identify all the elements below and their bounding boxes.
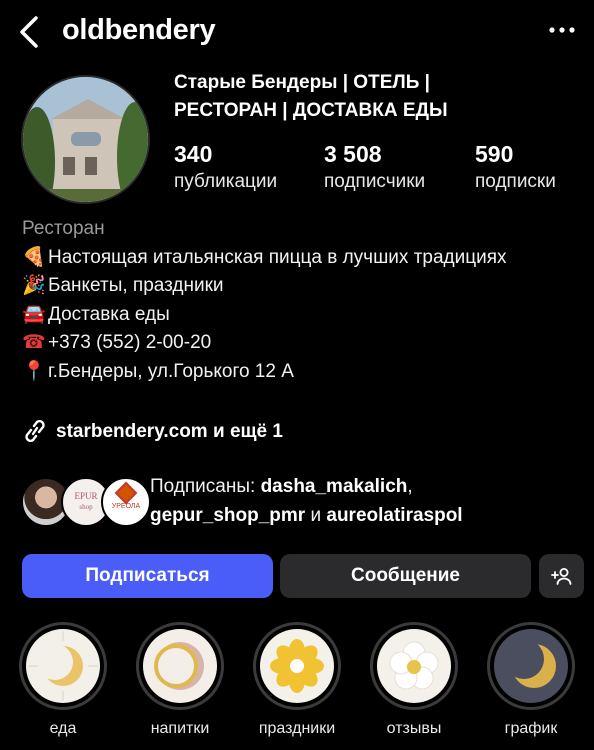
bio-line-text: Банкеты, праздники <box>48 275 224 296</box>
highlight-cover <box>26 629 100 703</box>
logo-icon <box>114 481 138 505</box>
chevron-left-icon <box>20 16 38 48</box>
link-icon <box>25 419 45 443</box>
follow-button[interactable]: Подписаться <box>22 554 273 598</box>
more-options-button[interactable] <box>548 18 576 42</box>
stat-posts-count: 340 <box>174 141 213 167</box>
highlight-label: отзывы <box>386 720 442 737</box>
stat-following[interactable]: 590 подписки <box>475 141 556 197</box>
bio-line-text[interactable]: +373 (552) 2-00-20 <box>48 332 211 353</box>
bio-line-address: 📍 г.Бендеры, ул.Горького 12 А <box>22 358 582 387</box>
bio-line-banquets: 🎉 Банкеты, праздники <box>22 272 582 301</box>
profile-category: Ресторан <box>22 218 105 239</box>
bio-line-text: Доставка еды <box>48 303 170 325</box>
bio-line-text: г.Бендеры, ул.Горького 12 А <box>48 360 294 382</box>
highlight-schedule[interactable]: график <box>483 622 579 738</box>
highlight-label: график <box>504 720 558 737</box>
followed-by-user[interactable]: dasha_makalich <box>261 476 408 497</box>
highlight-cover <box>377 629 451 703</box>
pizza-icon: 🍕 <box>22 246 46 268</box>
building-photo <box>23 77 148 202</box>
profile-display-name: Старые Бендеры | ОТЕЛЬ | РЕСТОРАН | ДОСТ… <box>174 72 448 121</box>
avatar: УРЕОЛА <box>101 477 151 527</box>
profile-link-text: starbendery.com и ещё 1 <box>56 421 283 442</box>
highlight-ring[interactable] <box>370 622 458 710</box>
telephone-icon: ☎ <box>22 332 46 353</box>
profile-username: oldbendery <box>62 14 216 46</box>
highlight-label: праздники <box>258 720 336 737</box>
stat-followers-label: подписчики <box>324 171 426 192</box>
highlight-holidays[interactable]: праздники <box>249 622 345 738</box>
highlight-drinks[interactable]: напитки <box>132 622 228 738</box>
highlight-label: еда <box>49 720 77 737</box>
highlight-label: напитки <box>150 720 210 737</box>
back-button[interactable] <box>14 12 48 52</box>
stat-following-label: подписки <box>475 171 556 192</box>
highlight-food[interactable]: еда <box>15 622 111 738</box>
message-button[interactable]: Сообщение <box>280 554 531 598</box>
stat-following-count: 590 <box>475 141 514 167</box>
stat-posts-label: публикации <box>174 171 278 192</box>
followed-by-user[interactable]: gepur_shop_pmr <box>150 505 305 526</box>
bio-line-text: Настоящая итальянская пицца в лучших тра… <box>48 246 507 268</box>
highlight-cover <box>494 629 568 703</box>
highlight-ring[interactable] <box>253 622 341 710</box>
highlight-ring[interactable] <box>487 622 575 710</box>
stat-followers[interactable]: 3 508 подписчики <box>324 141 425 197</box>
followed-by-user[interactable]: aureolatiraspol <box>326 505 462 526</box>
followed-by-avatars[interactable]: EPUR shop УРЕОЛА <box>21 477 151 527</box>
suggest-people-button[interactable] <box>539 554 584 598</box>
add-user-icon <box>550 568 571 585</box>
highlight-cover <box>260 629 334 703</box>
highlight-cover <box>143 629 217 703</box>
stat-posts[interactable]: 340 публикации <box>174 141 277 197</box>
bio-line-phone: ☎ +373 (552) 2-00-20 <box>22 329 582 358</box>
pin-icon: 📍 <box>22 360 46 382</box>
profile-link[interactable]: starbendery.com и ещё 1 <box>22 419 283 443</box>
bio-line-pizza: 🍕 Настоящая итальянская пицца в лучших тр… <box>22 244 582 273</box>
stat-followers-count: 3 508 <box>324 141 382 167</box>
profile-avatar[interactable] <box>21 75 150 204</box>
car-icon: 🚘 <box>22 303 46 325</box>
highlight-ring[interactable] <box>136 622 224 710</box>
party-popper-icon: 🎉 <box>22 275 46 296</box>
highlight-reviews[interactable]: отзывы <box>366 622 462 738</box>
profile-bio: Ресторан 🍕 Настоящая итальянская пицца в … <box>22 215 582 386</box>
bio-line-delivery: 🚘 Доставка еды <box>22 301 582 330</box>
more-icon <box>549 27 575 33</box>
highlight-ring[interactable] <box>19 622 107 710</box>
followed-by-text[interactable]: Подписаны: dasha_makalich, gepur_shop_pm… <box>150 472 570 530</box>
